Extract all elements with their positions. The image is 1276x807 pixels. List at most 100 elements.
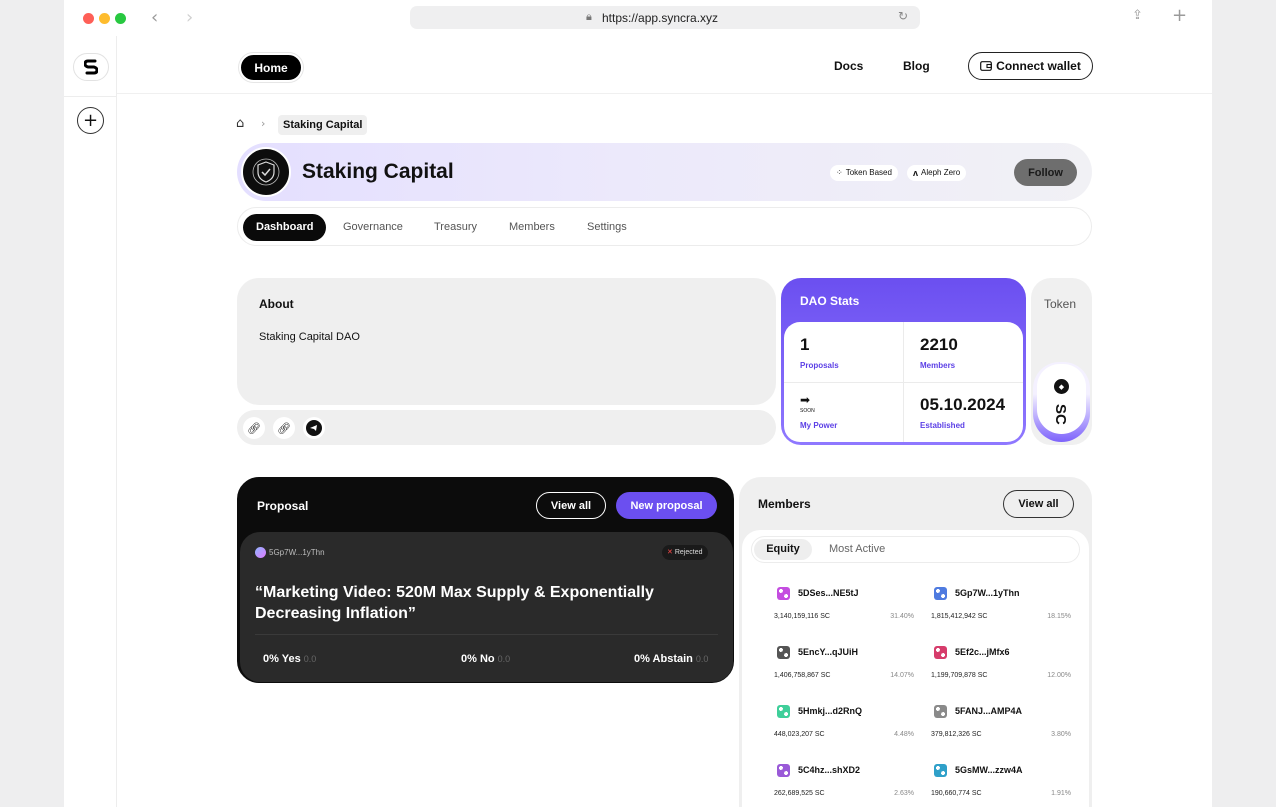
- member-percentage: 18.15%: [1047, 613, 1071, 620]
- home-icon[interactable]: ⌂: [236, 116, 244, 131]
- list-item[interactable]: 5EncY...qJUiH 1,406,758,867 SC 14.07%: [774, 646, 914, 686]
- tab-settings[interactable]: Settings: [587, 214, 627, 241]
- list-item[interactable]: 5C4hz...shXD2 262,689,525 SC 2.63%: [774, 764, 914, 804]
- syncra-logo-icon: [84, 59, 98, 75]
- proposal-card: Proposal View all New proposal 5Gp7W...1…: [237, 477, 734, 683]
- stats-divider: [784, 382, 1023, 383]
- connect-wallet-button[interactable]: Connect wallet: [968, 52, 1093, 80]
- plus-icon: +: [82, 110, 99, 131]
- member-amount: 190,660,774 SC: [931, 790, 982, 797]
- member-percentage: 1.91%: [1051, 790, 1071, 797]
- dao-stats-card: DAO Stats 1 Proposals 2210 Members ➡ SOO…: [781, 278, 1026, 445]
- wallet-icon: [980, 61, 993, 71]
- list-item[interactable]: 5Ef2c...jMfx6 1,199,709,878 SC 12.00%: [931, 646, 1071, 686]
- proposal-divider: [255, 634, 718, 635]
- close-window-button[interactable]: [83, 13, 94, 24]
- members-title: Members: [758, 497, 811, 511]
- member-amount: 262,689,525 SC: [774, 790, 825, 797]
- minimize-window-button[interactable]: [99, 13, 110, 24]
- stat-value: 2210: [920, 335, 958, 354]
- list-item[interactable]: 5DSes...NE5tJ 3,140,159,116 SC 31.40%: [774, 587, 914, 627]
- stat-members: 2210 Members: [904, 322, 1023, 382]
- link-icon[interactable]: 🔗︎: [243, 417, 265, 439]
- proposal-author: 5Gp7W...1yThn: [255, 547, 325, 558]
- proposal-view-all-button[interactable]: View all: [536, 492, 606, 519]
- member-amount: 379,812,326 SC: [931, 731, 982, 738]
- tab-members[interactable]: Members: [509, 214, 555, 241]
- home-button[interactable]: Home: [239, 53, 303, 82]
- soon-label: SOON: [800, 408, 815, 414]
- dao-name: Staking Capital: [302, 160, 454, 183]
- vote-value: 0.0: [303, 654, 317, 664]
- tag-label: Token Based: [845, 168, 892, 177]
- about-title: About: [259, 297, 294, 311]
- members-view-all-button[interactable]: View all: [1003, 490, 1074, 518]
- new-tab-icon[interactable]: +: [1172, 5, 1187, 26]
- avatar: [934, 587, 947, 600]
- list-item[interactable]: 5Hmkj...d2RnQ 448,023,207 SC 4.48%: [774, 705, 914, 745]
- avatar: [777, 646, 790, 659]
- vote-value: 0.0: [695, 654, 709, 664]
- about-description: Staking Capital DAO: [259, 331, 360, 343]
- forward-arrow-icon[interactable]: ›: [186, 7, 193, 28]
- list-item[interactable]: 5Gp7W...1yThn 1,815,412,942 SC 18.15%: [931, 587, 1071, 627]
- tag-aleph-zero: ʌ Aleph Zero: [907, 165, 967, 181]
- vote-label: 0% Yes: [263, 653, 301, 665]
- tab-dashboard[interactable]: Dashboard: [243, 214, 327, 241]
- share-icon[interactable]: ⇪: [1132, 8, 1143, 23]
- back-arrow-icon[interactable]: ‹: [151, 7, 158, 28]
- browser-chrome: ‹ › 🔒︎ https://app.syncra.xyz ↻ ⇪ +: [64, 0, 1212, 36]
- chevron-right-icon: ›: [261, 117, 266, 130]
- lock-icon: 🔒︎: [586, 10, 592, 23]
- proposal-item[interactable]: 5Gp7W...1yThn ✕ Rejected “Marketing Video…: [240, 532, 733, 682]
- dao-header: Staking Capital ⁘ Token Based ʌ Aleph Ze…: [237, 143, 1092, 201]
- member-address: 5Gp7W...1yThn: [955, 588, 1020, 598]
- stat-label: Established: [920, 421, 965, 430]
- status-label: Rejected: [674, 549, 703, 556]
- token-pill[interactable]: ◆ SC: [1033, 362, 1090, 442]
- member-amount: 1,406,758,867 SC: [774, 672, 831, 679]
- dao-avatar: [241, 147, 291, 197]
- status-badge: ✕ Rejected: [662, 545, 708, 560]
- stat-my-power: ➡ SOON My Power: [784, 382, 903, 442]
- topnav-divider: [117, 93, 1212, 94]
- member-address: 5C4hz...shXD2: [798, 765, 861, 775]
- avatar: [255, 547, 266, 558]
- docs-link[interactable]: Docs: [834, 59, 863, 73]
- app-logo[interactable]: [73, 53, 109, 81]
- list-item[interactable]: 5GsMW...zzw4A 190,660,774 SC 1.91%: [931, 764, 1071, 804]
- stat-label: Members: [920, 361, 956, 370]
- tab-governance[interactable]: Governance: [343, 214, 403, 241]
- member-amount: 1,815,412,942 SC: [931, 613, 988, 620]
- vote-label: 0% No: [461, 653, 495, 665]
- tab-equity[interactable]: Equity: [754, 539, 812, 560]
- new-proposal-button[interactable]: New proposal: [616, 492, 717, 519]
- token-symbol: SC: [1052, 404, 1069, 425]
- stat-value: 05.10.2024: [920, 395, 1006, 414]
- add-dao-button[interactable]: +: [77, 107, 104, 134]
- avatar: [934, 705, 947, 718]
- members-list-panel: Equity Most Active 5DSes...NE5tJ 3,140,15…: [742, 530, 1089, 807]
- avatar: [777, 764, 790, 777]
- member-percentage: 14.07%: [890, 672, 914, 679]
- stat-value: 1: [800, 335, 810, 354]
- link-icon[interactable]: 🔗︎: [273, 417, 295, 439]
- stat-label: Proposals: [800, 361, 839, 370]
- vote-label: 0% Abstain: [634, 653, 693, 665]
- avatar: [934, 646, 947, 659]
- token-dot-icon: ⁘: [836, 168, 843, 177]
- member-address: 5EncY...qJUiH: [798, 647, 859, 657]
- telegram-icon[interactable]: [303, 417, 325, 439]
- follow-button[interactable]: Follow: [1014, 159, 1077, 186]
- member-address: 5DSes...NE5tJ: [798, 588, 859, 598]
- blog-link[interactable]: Blog: [903, 59, 930, 73]
- address-bar[interactable]: 🔒︎ https://app.syncra.xyz ↻: [410, 6, 920, 29]
- zoom-window-button[interactable]: [115, 13, 126, 24]
- token-pill-inner: ◆ SC: [1037, 364, 1086, 434]
- reload-icon[interactable]: ↻: [898, 9, 908, 23]
- member-amount: 3,140,159,116 SC: [774, 613, 830, 620]
- tab-most-active[interactable]: Most Active: [829, 543, 885, 555]
- close-icon: ✕: [667, 549, 673, 556]
- tab-treasury[interactable]: Treasury: [434, 214, 477, 241]
- list-item[interactable]: 5FANJ...AMP4A 379,812,326 SC 3.80%: [931, 705, 1071, 745]
